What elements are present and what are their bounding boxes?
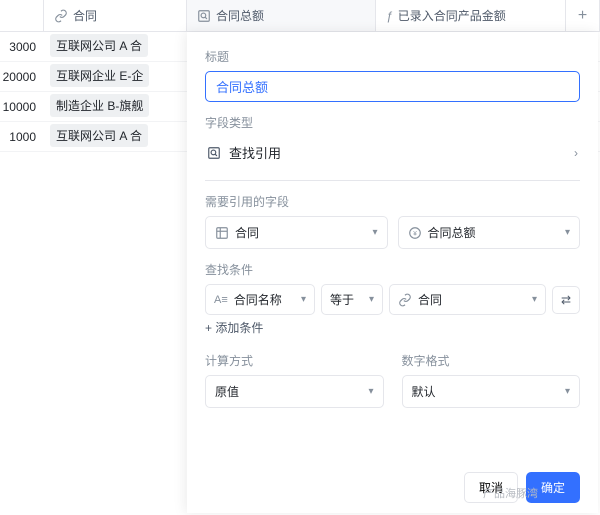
condition-operator-value: 等于 bbox=[330, 291, 354, 308]
reference-label: 需要引用的字段 bbox=[205, 193, 580, 210]
confirm-button[interactable]: 确定 bbox=[526, 472, 580, 503]
cell-number: 1000 bbox=[0, 130, 44, 144]
condition-value-text: 合同 bbox=[418, 291, 442, 308]
col-header-contract[interactable]: 合同 bbox=[44, 0, 187, 31]
contract-tag[interactable]: 互联网公司 A 合 bbox=[50, 124, 148, 147]
col-header-label: 合同总额 bbox=[216, 7, 264, 24]
cell-tag: 互联网企业 E-企 bbox=[44, 64, 187, 90]
format-value: 默认 bbox=[412, 383, 436, 400]
calc-dropdown[interactable]: 原值 ▾ bbox=[205, 375, 384, 408]
field-type-selector[interactable]: 查找引用 › bbox=[205, 137, 580, 168]
field-type-label: 字段类型 bbox=[205, 114, 580, 131]
calc-value: 原值 bbox=[215, 383, 239, 400]
condition-field-dropdown[interactable]: A≡ 合同名称 ▾ bbox=[205, 284, 315, 315]
reference-section: 需要引用的字段 合同 ▾ ¥ 合同总额 ▾ bbox=[205, 193, 580, 249]
chevron-down-icon: ▾ bbox=[532, 294, 537, 305]
title-section: 标题 bbox=[205, 48, 580, 102]
cell-tag: 制造企业 B-旗舰 bbox=[44, 94, 187, 120]
lookup-icon bbox=[207, 146, 221, 160]
panel-footer: 取消 确定 bbox=[205, 464, 580, 503]
col-header-recorded[interactable]: ƒ 已录入合同产品金额 bbox=[376, 0, 566, 31]
condition-operator-dropdown[interactable]: 等于 ▾ bbox=[321, 284, 383, 315]
cell-number: 3000 bbox=[0, 40, 44, 54]
col-header-amount[interactable]: 合同总额 bbox=[187, 0, 376, 31]
plus-icon: + bbox=[578, 7, 587, 25]
table-icon bbox=[215, 226, 229, 240]
add-column-button[interactable]: + bbox=[566, 0, 600, 31]
field-config-panel: 标题 字段类型 查找引用 › 需要引用的字段 合同 ▾ ¥ bbox=[187, 32, 598, 513]
cancel-button[interactable]: 取消 bbox=[464, 472, 518, 503]
condition-value-dropdown[interactable]: 合同 ▾ bbox=[389, 284, 546, 315]
cell-tag: 互联网公司 A 合 bbox=[44, 124, 187, 150]
calc-format-row: 计算方式 原值 ▾ 数字格式 默认 ▾ bbox=[205, 352, 580, 408]
contract-tag[interactable]: 制造企业 B-旗舰 bbox=[50, 94, 149, 117]
cell-tag: 互联网公司 A 合 bbox=[44, 34, 187, 60]
cell-number: 20000 bbox=[0, 70, 44, 84]
col-header-label: 合同 bbox=[73, 7, 97, 24]
chevron-down-icon: ▾ bbox=[301, 294, 306, 305]
divider bbox=[205, 180, 580, 181]
contract-tag[interactable]: 互联网公司 A 合 bbox=[50, 34, 148, 57]
swap-icon: ⇄ bbox=[561, 293, 571, 307]
condition-section: 查找条件 A≡ 合同名称 ▾ 等于 ▾ 合同 ▾ ⇄ bbox=[205, 261, 580, 340]
cell-number: 10000 bbox=[0, 100, 44, 114]
condition-label: 查找条件 bbox=[205, 261, 580, 278]
link-icon bbox=[54, 9, 68, 23]
column-header-row: 合同 合同总额 ƒ 已录入合同产品金额 + bbox=[0, 0, 600, 32]
col-header-label: 已录入合同产品金额 bbox=[398, 7, 506, 24]
field-type-section: 字段类型 查找引用 › bbox=[205, 114, 580, 168]
chevron-down-icon: ▾ bbox=[372, 227, 377, 238]
swap-button[interactable]: ⇄ bbox=[552, 286, 580, 314]
title-label: 标题 bbox=[205, 48, 580, 65]
svg-text:¥: ¥ bbox=[413, 230, 417, 237]
chevron-down-icon: ▾ bbox=[368, 386, 373, 397]
format-dropdown[interactable]: 默认 ▾ bbox=[402, 375, 581, 408]
format-section: 数字格式 默认 ▾ bbox=[402, 352, 581, 408]
add-condition-button[interactable]: + 添加条件 bbox=[205, 315, 580, 340]
field-type-value: 查找引用 bbox=[229, 143, 281, 162]
ref-table-value: 合同 bbox=[235, 224, 259, 241]
chevron-right-icon: › bbox=[574, 146, 578, 160]
format-label: 数字格式 bbox=[402, 352, 581, 369]
link-icon bbox=[398, 293, 412, 307]
ref-table-dropdown[interactable]: 合同 ▾ bbox=[205, 216, 388, 249]
contract-tag[interactable]: 互联网企业 E-企 bbox=[50, 64, 149, 87]
ref-field-value: 合同总额 bbox=[428, 224, 476, 241]
calc-label: 计算方式 bbox=[205, 352, 384, 369]
col-header-spacer bbox=[0, 0, 44, 31]
lookup-icon bbox=[197, 9, 211, 23]
currency-icon: ¥ bbox=[408, 226, 422, 240]
calc-section: 计算方式 原值 ▾ bbox=[205, 352, 384, 408]
ref-field-dropdown[interactable]: ¥ 合同总额 ▾ bbox=[398, 216, 581, 249]
chevron-down-icon: ▾ bbox=[565, 227, 570, 238]
condition-field-value: 合同名称 bbox=[234, 291, 282, 308]
text-icon: A≡ bbox=[214, 294, 228, 306]
title-input[interactable] bbox=[205, 71, 580, 102]
chevron-down-icon: ▾ bbox=[565, 386, 570, 397]
formula-icon: ƒ bbox=[386, 9, 393, 23]
chevron-down-icon: ▾ bbox=[369, 294, 374, 305]
